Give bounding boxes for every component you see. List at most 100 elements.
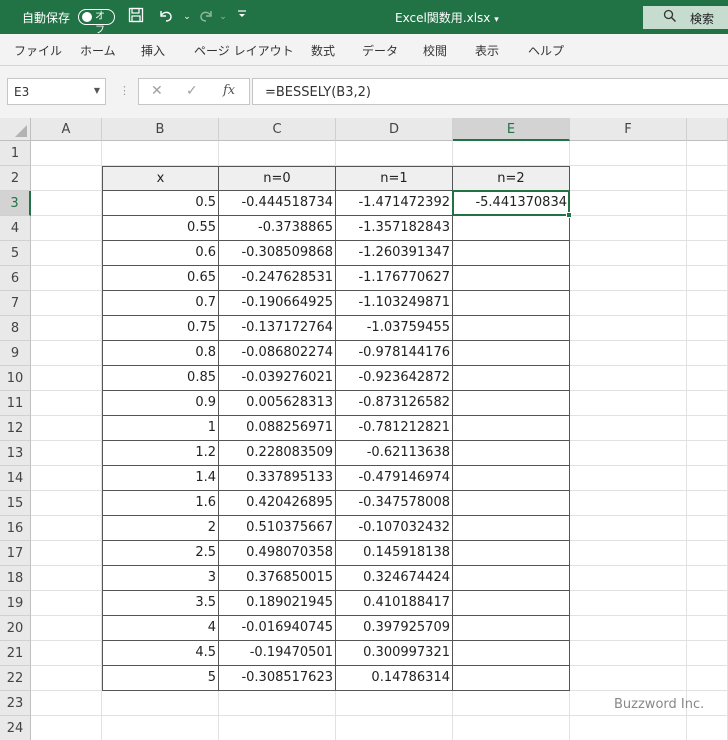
table-header-cell[interactable]: n=2 — [453, 166, 570, 191]
cell-c6[interactable]: -0.247628531 — [219, 266, 336, 291]
cell-b19[interactable]: 3.5 — [102, 591, 219, 616]
table-header-cell[interactable]: n=0 — [219, 166, 336, 191]
cell-e5[interactable] — [453, 241, 570, 266]
cell-e10[interactable] — [453, 366, 570, 391]
cell-d18[interactable]: 0.324674424 — [336, 566, 453, 591]
cell-a19[interactable] — [31, 591, 102, 616]
cell-b16[interactable]: 2 — [102, 516, 219, 541]
row-header-2[interactable]: 2 — [0, 166, 31, 191]
cell-d6[interactable]: -1.176770627 — [336, 266, 453, 291]
column-header-d[interactable]: D — [336, 118, 453, 141]
cell-a13[interactable] — [31, 441, 102, 466]
cell-b23[interactable] — [102, 691, 219, 716]
cell-d1[interactable] — [336, 141, 453, 166]
cell-g13[interactable] — [687, 441, 728, 466]
cell-c4[interactable]: -0.3738865 — [219, 216, 336, 241]
row-header-11[interactable]: 11 — [0, 391, 31, 416]
cell-d17[interactable]: 0.145918138 — [336, 541, 453, 566]
tab-file[interactable]: ファイル — [14, 42, 62, 59]
cell-b20[interactable]: 4 — [102, 616, 219, 641]
column-header-g[interactable] — [687, 118, 728, 141]
cell-a3[interactable] — [31, 191, 102, 216]
cell-g6[interactable] — [687, 266, 728, 291]
row-header-12[interactable]: 12 — [0, 416, 31, 441]
cell-a18[interactable] — [31, 566, 102, 591]
cell-a5[interactable] — [31, 241, 102, 266]
cell-f15[interactable] — [570, 491, 687, 516]
column-header-c[interactable]: C — [219, 118, 336, 141]
cell-d20[interactable]: 0.397925709 — [336, 616, 453, 641]
cell-a15[interactable] — [31, 491, 102, 516]
cell-c1[interactable] — [219, 141, 336, 166]
cell-g10[interactable] — [687, 366, 728, 391]
cell-f6[interactable] — [570, 266, 687, 291]
cell-b15[interactable]: 1.6 — [102, 491, 219, 516]
cell-c23[interactable] — [219, 691, 336, 716]
cell-f9[interactable] — [570, 341, 687, 366]
cell-d13[interactable]: -0.62113638 — [336, 441, 453, 466]
cell-b5[interactable]: 0.6 — [102, 241, 219, 266]
cell-d8[interactable]: -1.03759455 — [336, 316, 453, 341]
redo-dropdown-icon[interactable]: ⌄ — [213, 7, 233, 27]
row-header-7[interactable]: 7 — [0, 291, 31, 316]
table-header-cell[interactable]: x — [102, 166, 219, 191]
cell-f3[interactable] — [570, 191, 687, 216]
cell-f12[interactable] — [570, 416, 687, 441]
cell-d11[interactable]: -0.873126582 — [336, 391, 453, 416]
cell-b18[interactable]: 3 — [102, 566, 219, 591]
cell-c12[interactable]: 0.088256971 — [219, 416, 336, 441]
cell-f10[interactable] — [570, 366, 687, 391]
cell-e8[interactable] — [453, 316, 570, 341]
cell-e7[interactable] — [453, 291, 570, 316]
cell-c11[interactable]: 0.005628313 — [219, 391, 336, 416]
cell-a2[interactable] — [31, 166, 102, 191]
cell-d10[interactable]: -0.923642872 — [336, 366, 453, 391]
row-header-15[interactable]: 15 — [0, 491, 31, 516]
cell-e11[interactable] — [453, 391, 570, 416]
tab-home[interactable]: ホーム — [80, 42, 116, 59]
cell-e13[interactable] — [453, 441, 570, 466]
cell-d5[interactable]: -1.260391347 — [336, 241, 453, 266]
table-header-cell[interactable]: n=1 — [336, 166, 453, 191]
cell-b4[interactable]: 0.55 — [102, 216, 219, 241]
cell-b9[interactable]: 0.8 — [102, 341, 219, 366]
cell-e12[interactable] — [453, 416, 570, 441]
chevron-down-icon[interactable]: ▼ — [94, 86, 100, 95]
row-header-6[interactable]: 6 — [0, 266, 31, 291]
cell-b13[interactable]: 1.2 — [102, 441, 219, 466]
cell-g15[interactable] — [687, 491, 728, 516]
cell-g2[interactable] — [687, 166, 728, 191]
cell-c8[interactable]: -0.137172764 — [219, 316, 336, 341]
cell-g4[interactable] — [687, 216, 728, 241]
row-header-5[interactable]: 5 — [0, 241, 31, 266]
row-header-19[interactable]: 19 — [0, 591, 31, 616]
cell-a10[interactable] — [31, 366, 102, 391]
cell-c9[interactable]: -0.086802274 — [219, 341, 336, 366]
tab-view[interactable]: 表示 — [475, 42, 499, 59]
formula-input[interactable]: =BESSELY(B3,2) — [252, 78, 728, 105]
enter-icon[interactable]: ✓ — [186, 83, 198, 99]
cell-c14[interactable]: 0.337895133 — [219, 466, 336, 491]
cell-g8[interactable] — [687, 316, 728, 341]
cell-b6[interactable]: 0.65 — [102, 266, 219, 291]
cell-g11[interactable] — [687, 391, 728, 416]
cell-d24[interactable] — [336, 716, 453, 740]
cell-a11[interactable] — [31, 391, 102, 416]
cell-a17[interactable] — [31, 541, 102, 566]
cell-f22[interactable] — [570, 666, 687, 691]
cell-a6[interactable] — [31, 266, 102, 291]
cell-g24[interactable] — [687, 716, 728, 740]
column-header-b[interactable]: B — [102, 118, 219, 141]
cell-a20[interactable] — [31, 616, 102, 641]
row-header-21[interactable]: 21 — [0, 641, 31, 666]
cell-d23[interactable] — [336, 691, 453, 716]
cell-d19[interactable]: 0.410188417 — [336, 591, 453, 616]
row-header-24[interactable]: 24 — [0, 716, 31, 740]
cell-a22[interactable] — [31, 666, 102, 691]
row-header-13[interactable]: 13 — [0, 441, 31, 466]
tab-formulas[interactable]: 数式 — [311, 42, 335, 59]
cell-b11[interactable]: 0.9 — [102, 391, 219, 416]
row-header-22[interactable]: 22 — [0, 666, 31, 691]
save-icon[interactable] — [126, 7, 146, 27]
autosave-toggle[interactable]: オフ — [78, 9, 115, 36]
